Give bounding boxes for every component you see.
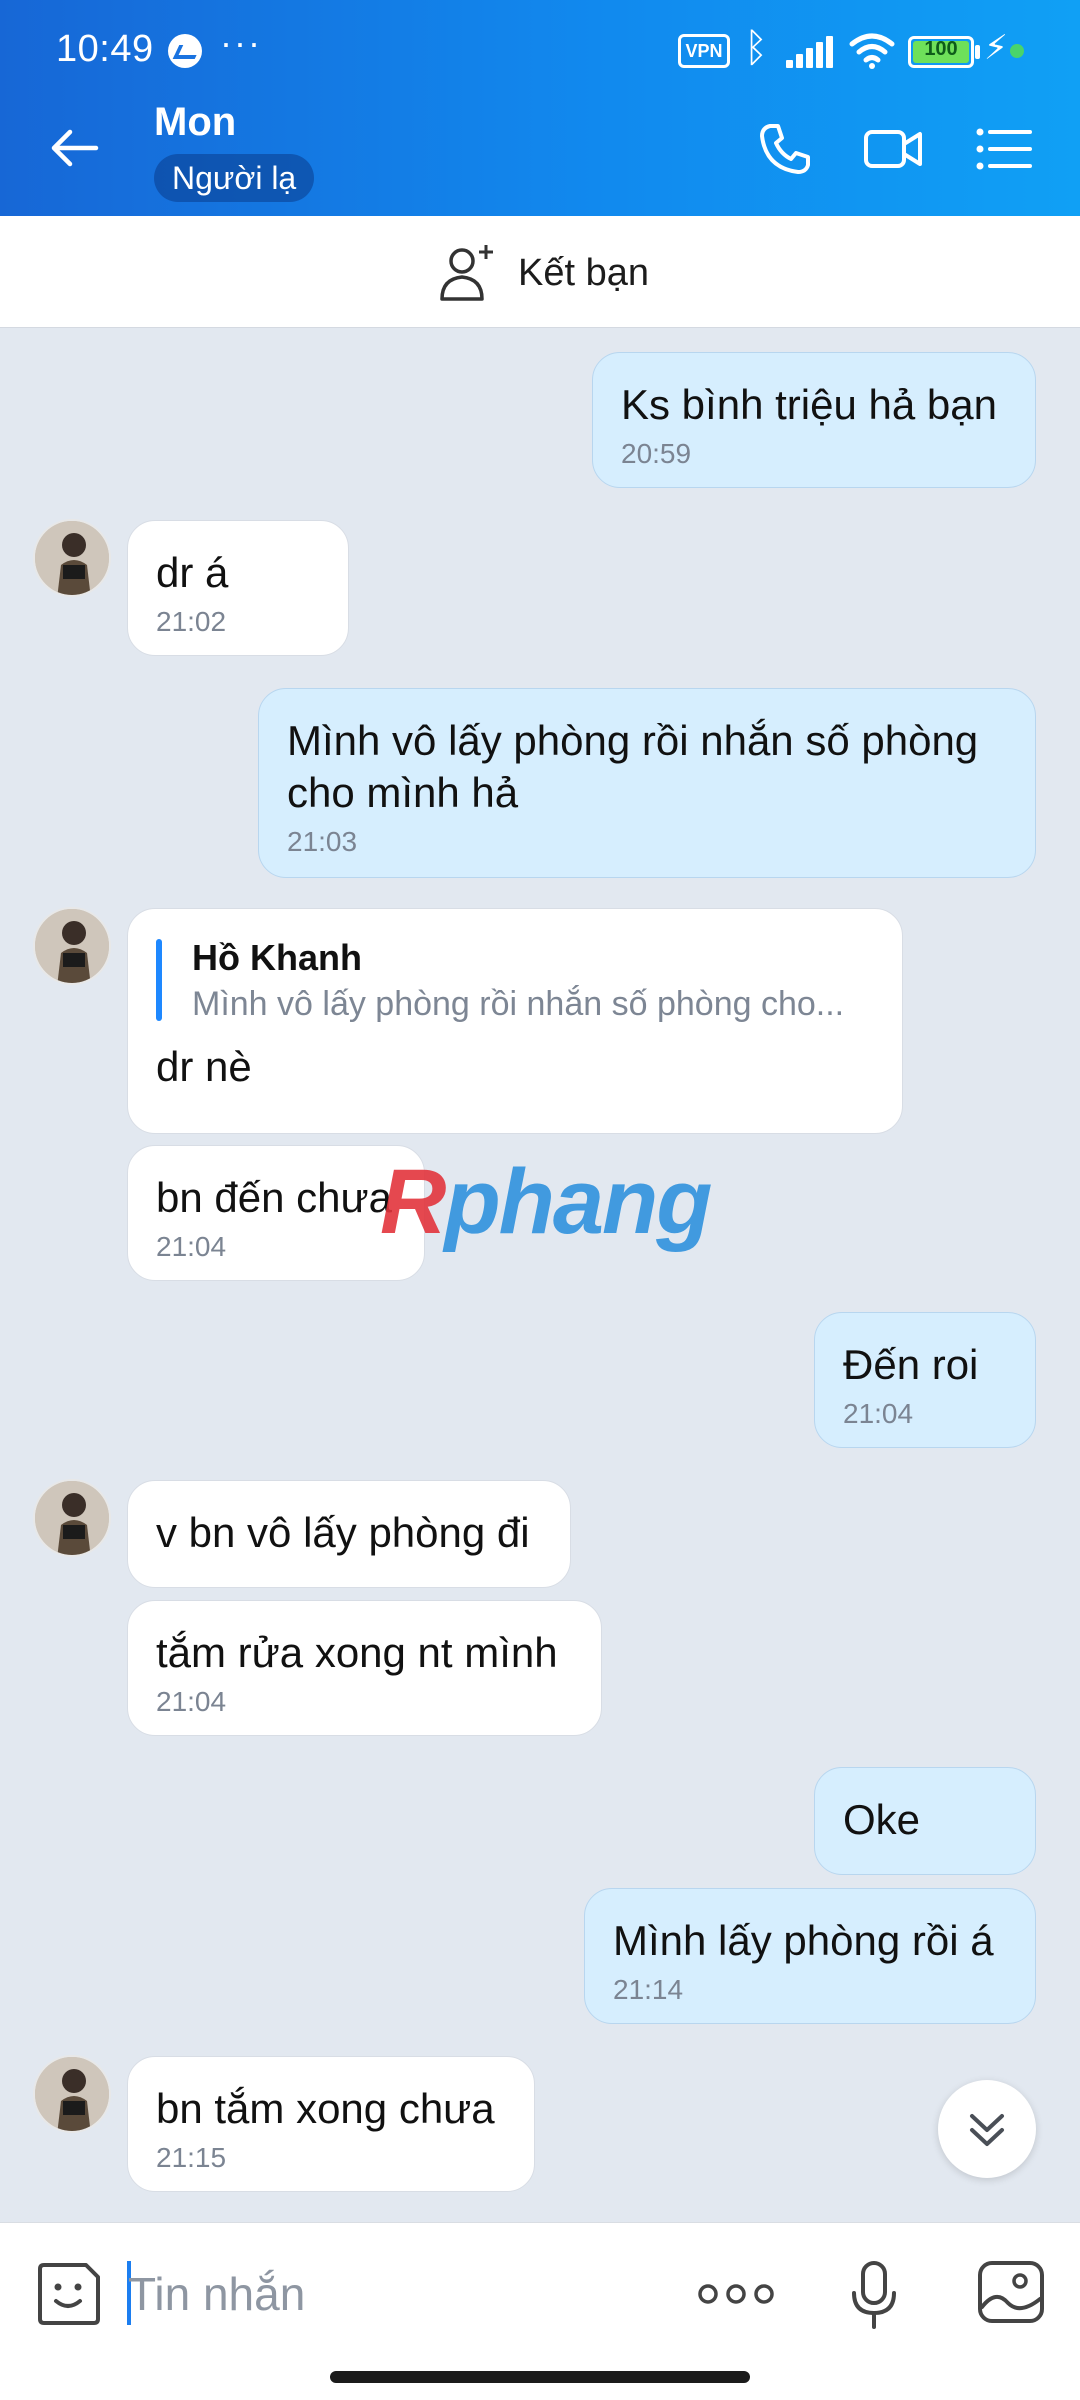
message-text: bn đến chưa [156, 1174, 392, 1221]
message-incoming[interactable]: tắm rửa xong nt mình 21:04 [127, 1600, 602, 1736]
signal-icon [786, 36, 836, 68]
message-outgoing[interactable]: Đến roi 21:04 [814, 1312, 1036, 1448]
message-incoming[interactable]: dr á 21:02 [127, 520, 349, 656]
menu-list-icon[interactable] [970, 116, 1036, 182]
message-time: 21:15 [156, 2142, 227, 2173]
message-text: Oke [843, 1796, 921, 1843]
scroll-to-bottom-button[interactable] [938, 2080, 1036, 2178]
contact-avatar[interactable] [33, 519, 111, 597]
reply-author: Hồ Khanh [192, 937, 362, 978]
wifi-icon [849, 33, 895, 69]
contact-avatar[interactable] [33, 2055, 111, 2133]
message-time: 21:04 [843, 1398, 914, 1429]
message-incoming[interactable]: bn tắm xong chưa 21:15 [127, 2056, 535, 2192]
watermark-logo: Rphang [380, 1151, 712, 1253]
status-bar: 10:49 ··· VPN ᛒ 100 ⚡︎ [0, 0, 1080, 84]
image-gallery-icon[interactable] [976, 2259, 1046, 2325]
battery-percent: 100 [924, 38, 958, 60]
message-time: 20:59 [621, 438, 692, 469]
message-text: Ks bình triệu hả bạn [621, 381, 997, 428]
message-text: Mình vô lấy phòng rồi nhắn số phòng cho … [287, 717, 979, 816]
phone-call-icon[interactable] [752, 116, 818, 182]
message-time: 21:04 [156, 1231, 227, 1262]
message-text: Mình lấy phòng rồi á [613, 1917, 994, 1964]
top-bar: 10:49 ··· VPN ᛒ 100 ⚡︎ Mon Người lạ [0, 0, 1080, 216]
message-text: Đến roi [843, 1341, 979, 1388]
message-outgoing[interactable]: Oke [814, 1767, 1036, 1875]
battery-icon: 100 [908, 36, 974, 68]
add-friend-icon [440, 245, 493, 301]
message-text: dr nè [156, 1043, 252, 1090]
message-text: dr á [156, 549, 229, 596]
message-text: tắm rửa xong nt mình [156, 1629, 558, 1676]
sticker-emoji-icon[interactable] [34, 2259, 104, 2329]
battery-cap [975, 45, 980, 59]
message-outgoing[interactable]: Mình lấy phòng rồi á 21:14 [584, 1888, 1036, 2024]
message-outgoing[interactable]: Mình vô lấy phòng rồi nhắn số phòng cho … [258, 688, 1036, 878]
stranger-badge: Người lạ [154, 154, 315, 202]
privacy-indicator [1010, 44, 1024, 58]
message-time: 21:02 [156, 606, 227, 637]
add-friend-button[interactable]: Kết bạn [436, 238, 649, 308]
microphone-icon[interactable] [846, 2259, 902, 2331]
reply-text: Mình vô lấy phòng rồi nhắn số phòng cho.… [192, 985, 845, 1023]
home-indicator[interactable] [330, 2371, 750, 2383]
bluetooth-icon: ᛒ [744, 26, 768, 70]
add-friend-label: Kết bạn [518, 251, 649, 294]
reply-quote[interactable]: Hồ Khanh Mình vô lấy phòng rồi nhắn số p… [156, 935, 874, 1027]
chat-header: Mon Người lạ [0, 84, 1080, 216]
message-incoming-reply[interactable]: Hồ Khanh Mình vô lấy phòng rồi nhắn số p… [127, 908, 903, 1134]
message-input[interactable]: Tin nhắn [128, 2267, 305, 2321]
more-notifications-icon: ··· [220, 22, 262, 63]
message-text: v bn vô lấy phòng đi [156, 1509, 530, 1556]
vpn-icon: VPN [678, 34, 730, 68]
charging-icon: ⚡︎ [984, 29, 1008, 67]
messenger-notification-icon [168, 34, 202, 68]
contact-avatar[interactable] [33, 1479, 111, 1557]
back-arrow-icon[interactable] [44, 118, 104, 178]
video-call-icon[interactable] [860, 116, 926, 182]
contact-avatar[interactable] [33, 907, 111, 985]
message-time: 21:03 [287, 826, 358, 857]
more-options-icon[interactable] [696, 2279, 776, 2309]
status-time: 10:49 [56, 28, 154, 70]
add-friend-bar: Kết bạn [0, 216, 1080, 328]
message-time: 21:14 [613, 1974, 684, 2005]
message-incoming[interactable]: v bn vô lấy phòng đi [127, 1480, 571, 1588]
message-time: 21:04 [156, 1686, 227, 1717]
double-chevron-down-icon [970, 2114, 1004, 2146]
message-outgoing[interactable]: Ks bình triệu hả bạn 20:59 [592, 352, 1036, 488]
message-composer: Tin nhắn [0, 2222, 1080, 2400]
message-text: bn tắm xong chưa [156, 2085, 495, 2132]
contact-name[interactable]: Mon [154, 100, 236, 145]
